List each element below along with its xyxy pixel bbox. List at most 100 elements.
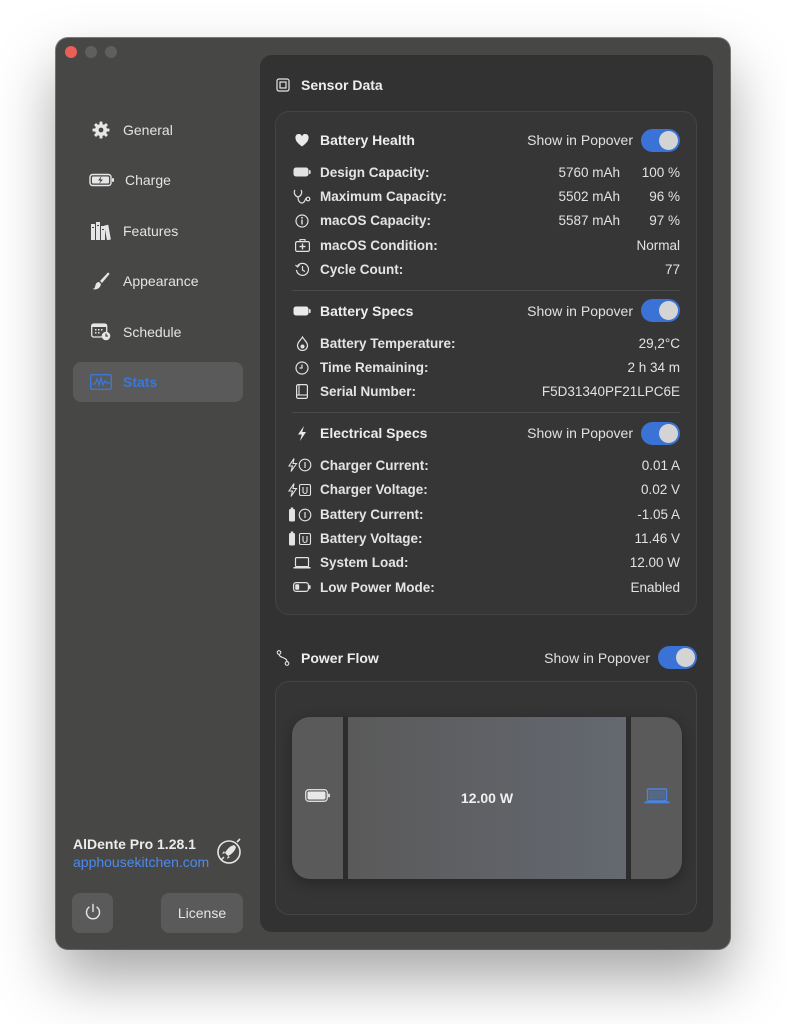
power-flow-diagram: 12.00 W — [292, 717, 682, 879]
row-value: 5760 mAh — [558, 164, 620, 180]
popover-label: Show in Popover — [527, 302, 633, 319]
table-row: macOS Condition: Normal — [292, 233, 680, 257]
table-row: Charger Voltage: 0.02 V — [288, 478, 680, 502]
route-icon — [275, 649, 291, 666]
row-label: Low Power Mode: — [320, 579, 435, 595]
waveform-chart-icon — [89, 372, 113, 392]
sidebar-item-appearance[interactable]: Appearance — [73, 261, 243, 301]
row-value: 77 — [664, 262, 680, 278]
table-row: Charger Current: 0.01 A — [288, 453, 680, 477]
row-label: Maximum Capacity: — [320, 189, 447, 205]
app-version-label: AlDente Pro 1.28.1 — [73, 836, 196, 852]
power-source — [292, 717, 343, 879]
minimize-window-button[interactable] — [85, 46, 97, 58]
medical-kit-icon — [292, 238, 312, 252]
table-row: Design Capacity: 5760 mAh 100 % — [292, 160, 680, 184]
battery-specs-group: Battery Specs Show in Popover Battery Te… — [276, 291, 696, 414]
popover-label: Show in Popover — [527, 132, 633, 148]
row-value: 12.00 W — [629, 555, 680, 571]
zoom-window-button[interactable] — [105, 46, 117, 58]
row-label: Charger Current: — [320, 457, 429, 473]
row-value: Enabled — [630, 579, 680, 595]
app-window: General Charge Features Appearance Sched… — [56, 38, 730, 949]
license-button[interactable]: License — [161, 893, 243, 933]
rocket-button[interactable] — [215, 838, 243, 866]
books-icon — [89, 221, 113, 241]
battery-health-group: Battery Health Show in Popover Design Ca… — [276, 112, 696, 291]
laptop-icon — [644, 787, 670, 809]
table-row: Battery Current: -1.05 A — [289, 502, 680, 526]
section-title: Sensor Data — [301, 77, 383, 93]
row-label: Time Remaining: — [320, 360, 429, 376]
sidebar-item-general[interactable]: General — [73, 110, 243, 150]
stethoscope-icon — [292, 189, 312, 205]
website-link[interactable]: apphousekitchen.com — [73, 854, 209, 870]
heart-icon — [292, 133, 312, 147]
battery-charging-icon — [89, 170, 115, 190]
battery-health-popover-toggle[interactable] — [641, 128, 680, 152]
row-percent: 96 % — [649, 189, 680, 205]
row-value: F5D31340PF21LPC6E — [541, 384, 680, 400]
power-flow-popover-toggle[interactable] — [658, 646, 697, 669]
group-header: Electrical Specs Show in Popover — [292, 413, 680, 453]
app-info: AlDente Pro 1.28.1 apphousekitchen.com — [73, 836, 209, 870]
bolt-icon — [292, 425, 312, 441]
sidebar-item-label: General — [123, 122, 173, 138]
laptop-icon — [292, 556, 312, 569]
row-value: 0.01 A — [641, 457, 680, 473]
calendar-clock-icon — [89, 322, 113, 342]
table-row: System Load: 12.00 W — [292, 551, 680, 575]
popover-label: Show in Popover — [544, 649, 650, 666]
row-label: Battery Current: — [320, 506, 424, 522]
popover-label: Show in Popover — [527, 425, 633, 442]
group-title: Electrical Specs — [320, 425, 428, 442]
row-value: 2 h 34 m — [627, 360, 680, 376]
battery-icon — [292, 306, 312, 316]
table-row: Time Remaining: 2 h 34 m — [292, 355, 680, 379]
stats-panel: Sensor Data Battery Health Show in Popov… — [260, 55, 713, 932]
sidebar-item-schedule[interactable]: Schedule — [73, 312, 243, 352]
battery-specs-popover-toggle[interactable] — [641, 299, 680, 323]
quit-button[interactable] — [72, 893, 113, 933]
chip-icon — [275, 78, 291, 92]
section-title: Power Flow — [301, 649, 379, 666]
sidebar-item-stats[interactable]: Stats — [73, 362, 243, 402]
charger-current-icon — [288, 458, 312, 473]
power-flow-header: Power Flow Show in Popover — [275, 646, 697, 669]
row-value: 5502 mAh — [558, 189, 620, 205]
row-percent: 100 % — [641, 164, 680, 180]
traffic-lights — [65, 46, 117, 58]
row-label: macOS Condition: — [320, 237, 438, 253]
row-percent: 97 % — [649, 213, 680, 229]
battery-current-icon — [288, 507, 312, 522]
history-icon — [292, 262, 312, 277]
sidebar-item-features[interactable]: Features — [73, 211, 243, 251]
row-label: Design Capacity: — [320, 164, 430, 180]
electrical-specs-popover-toggle[interactable] — [641, 421, 680, 445]
group-title: Battery Health — [320, 132, 415, 148]
table-row: Low Power Mode: Enabled — [292, 575, 680, 599]
table-row: Battery Voltage: 11.46 V — [289, 526, 680, 550]
battery-voltage-icon — [288, 531, 312, 546]
sidebar-item-label: Features — [123, 223, 179, 239]
table-row: macOS Capacity: 5587 mAh 97 % — [292, 209, 680, 233]
info-circle-icon — [292, 214, 312, 228]
power-sink — [631, 717, 682, 879]
thermometer-drop-icon — [292, 335, 312, 351]
battery-full-icon — [292, 167, 312, 177]
sidebar-item-label: Charge — [125, 172, 171, 188]
row-value: 11.46 V — [634, 530, 680, 546]
sidebar-item-charge[interactable]: Charge — [73, 160, 243, 200]
row-label: Cycle Count: — [320, 262, 404, 278]
row-label: Battery Temperature: — [320, 335, 456, 351]
power-flow-value: 12.00 W — [348, 717, 626, 879]
battery-low-icon — [292, 582, 312, 593]
table-row: Serial Number: F5D31340PF21LPC6E — [292, 380, 680, 404]
sensor-data-header: Sensor Data — [275, 77, 383, 93]
close-window-button[interactable] — [65, 46, 77, 58]
row-label: Battery Voltage: — [320, 530, 423, 546]
book-icon — [292, 384, 312, 400]
electrical-specs-group: Electrical Specs Show in Popover Charger… — [276, 413, 696, 599]
sidebar-item-label: Appearance — [123, 273, 199, 289]
row-value: 29,2°C — [638, 335, 680, 351]
